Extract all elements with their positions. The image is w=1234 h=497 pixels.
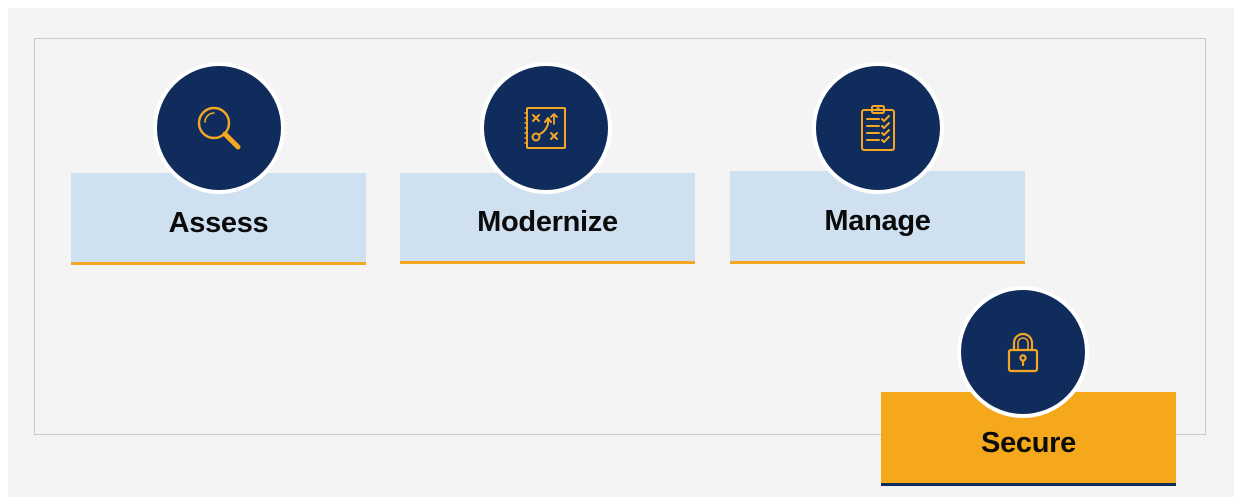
strategy-board-icon xyxy=(524,107,566,149)
step-circle-secure xyxy=(957,286,1089,418)
step-label-modernize: Modernize xyxy=(477,206,618,238)
clipboard-checklist-icon xyxy=(861,105,895,151)
step-underline-modernize xyxy=(400,261,695,264)
magnifier-icon xyxy=(197,106,241,150)
step-underline-manage xyxy=(730,261,1025,264)
step-label-manage: Manage xyxy=(824,205,931,237)
padlock-icon xyxy=(1007,332,1039,373)
step-circle-manage xyxy=(812,62,944,194)
step-circle-modernize xyxy=(480,62,612,194)
step-underline-assess xyxy=(71,262,366,265)
diagram-canvas: Assess Modernize Manage Secure xyxy=(0,0,1234,497)
step-label-secure: Secure xyxy=(981,426,1076,459)
step-underline-secure xyxy=(881,483,1176,486)
step-label-assess: Assess xyxy=(168,206,269,239)
step-circle-assess xyxy=(153,62,285,194)
